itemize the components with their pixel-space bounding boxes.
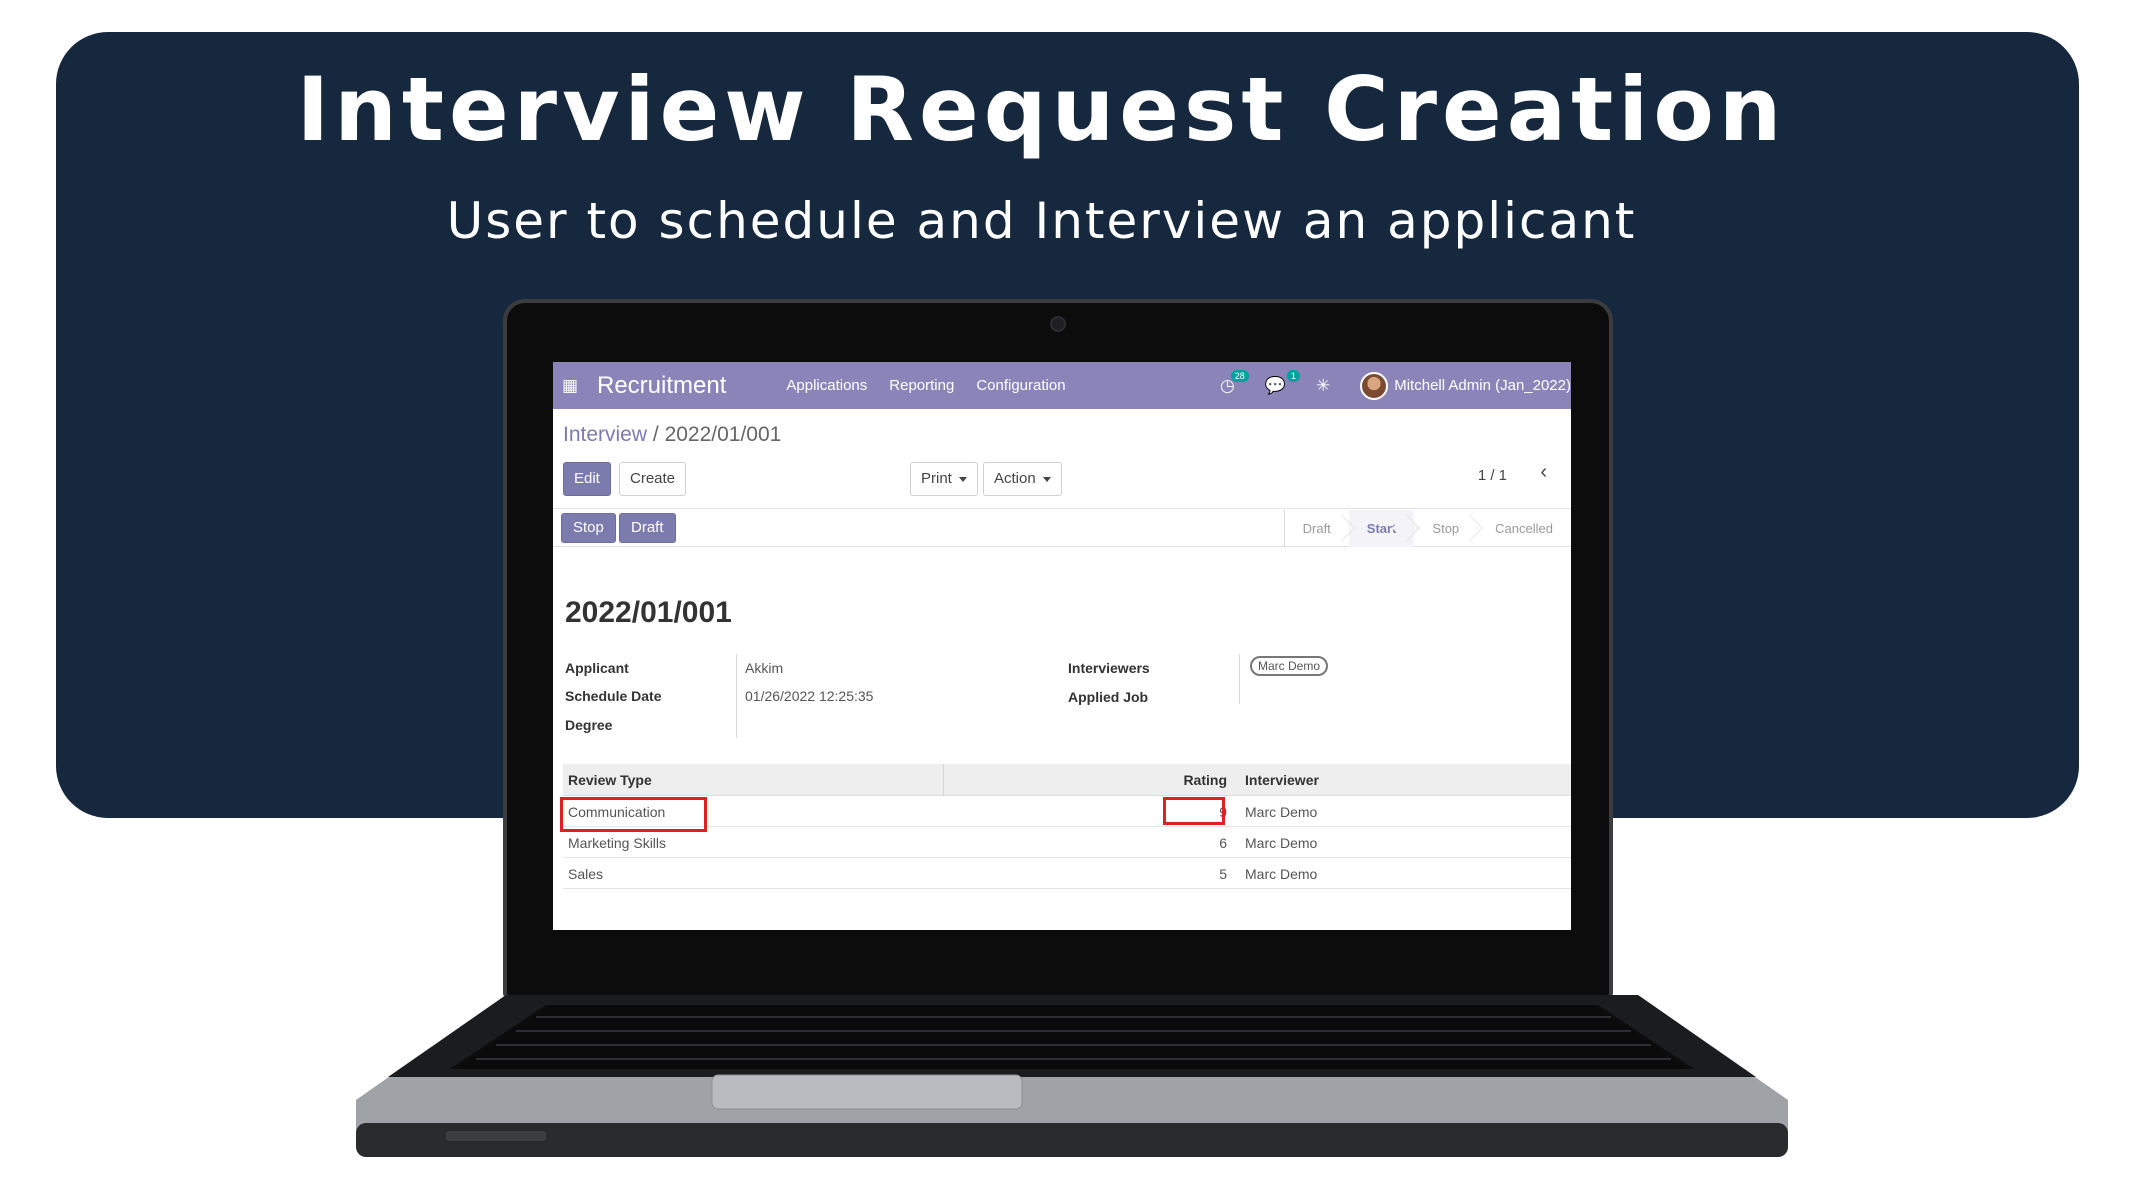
interviewer-cell: Marc Demo <box>1245 835 1318 851</box>
chat-icon[interactable]: 💬 1 <box>1265 369 1300 396</box>
menu-reporting[interactable]: Reporting <box>889 377 954 394</box>
form-sheet: 2022/01/001 Applicant Akkim Schedule Dat… <box>553 550 1571 930</box>
rating-cell: 5 <box>1219 866 1227 882</box>
banner-subtitle: User to schedule and Interview an applic… <box>446 192 1637 250</box>
laptop-base <box>356 995 1788 1175</box>
systray: ◷ 28 💬 1 ✳ Mitchell Admin (Jan_2022) <box>1220 362 1571 409</box>
laptop-keyboard-illustration <box>356 995 1788 1157</box>
stage-cancelled[interactable]: Cancelled <box>1477 510 1571 547</box>
breadcrumb-separator: / <box>652 423 659 446</box>
top-navbar: ▦ Recruitment Applications Reporting Con… <box>553 362 1571 409</box>
breadcrumb: Interview / 2022/01/001 <box>563 423 781 447</box>
table-header: Review Type Rating Interviewer <box>563 764 1571 796</box>
stage: Interview Request Creation User to sched… <box>0 0 2133 1200</box>
menu-configuration[interactable]: Configuration <box>976 377 1065 394</box>
stage-draft[interactable]: Draft <box>1285 510 1349 547</box>
highlight-box-rating <box>1163 797 1225 825</box>
debug-bug-icon[interactable]: ✳ <box>1316 376 1330 396</box>
pager-previous-icon[interactable]: ‹ <box>1540 461 1547 484</box>
review-table: Review Type Rating Interviewer Communica… <box>563 764 1571 889</box>
edit-button[interactable]: Edit <box>563 462 611 496</box>
degree-label: Degree <box>565 717 613 733</box>
field-divider <box>1239 654 1240 704</box>
action-dropdown[interactable]: Action <box>983 462 1062 496</box>
user-avatar[interactable] <box>1360 371 1389 400</box>
print-dropdown[interactable]: Print <box>910 462 978 496</box>
apps-menu-icon[interactable]: ▦ <box>555 376 585 396</box>
column-interviewer[interactable]: Interviewer <box>1245 772 1319 788</box>
stage-pipeline: Draft Start Stop Cancelled <box>1283 510 1571 547</box>
draft-button[interactable]: Draft <box>619 513 676 543</box>
record-title: 2022/01/001 <box>565 596 732 629</box>
stage-stop[interactable]: Stop <box>1414 510 1477 547</box>
app-name[interactable]: Recruitment <box>597 372 726 400</box>
interviewers-label: Interviewers <box>1068 660 1150 676</box>
user-name[interactable]: Mitchell Admin (Jan_2022) <box>1394 377 1571 394</box>
caret-down-icon <box>958 476 967 482</box>
breadcrumb-parent[interactable]: Interview <box>563 423 647 446</box>
banner-title: Interview Request Creation <box>296 58 1787 161</box>
print-label: Print <box>921 470 952 487</box>
field-divider <box>736 654 737 738</box>
table-row[interactable]: Communication 9 Marc Demo <box>563 796 1571 827</box>
action-label: Action <box>994 470 1036 487</box>
schedule-date-label: Schedule Date <box>565 688 662 704</box>
menu-applications[interactable]: Applications <box>786 377 867 394</box>
webcam-icon <box>1050 316 1066 332</box>
applied-job-label: Applied Job <box>1068 689 1149 705</box>
table-row[interactable]: Sales 5 Marc Demo <box>563 858 1571 889</box>
table-row[interactable]: Marketing Skills 6 Marc Demo <box>563 827 1571 858</box>
review-type-cell: Marketing Skills <box>568 835 667 851</box>
column-review-type[interactable]: Review Type <box>568 772 652 788</box>
column-divider <box>943 764 944 796</box>
interviewer-tag[interactable]: Marc Demo <box>1250 656 1329 676</box>
applicant-field[interactable]: Akkim <box>745 660 783 676</box>
column-rating[interactable]: Rating <box>1183 772 1227 788</box>
activity-count-badge: 28 <box>1230 369 1249 382</box>
activity-clock-icon[interactable]: ◷ 28 <box>1220 369 1249 396</box>
stop-button[interactable]: Stop <box>561 513 616 543</box>
highlight-box-review-type <box>560 797 707 832</box>
control-panel: Interview / 2022/01/001 Edit Create Prin… <box>553 409 1571 509</box>
stage-start[interactable]: Start <box>1348 510 1415 547</box>
app-screen: ▦ Recruitment Applications Reporting Con… <box>553 362 1571 930</box>
schedule-date-field[interactable]: 01/26/2022 12:25:35 <box>745 688 873 704</box>
applicant-label: Applicant <box>565 660 629 676</box>
status-bar: Stop Draft Draft Start Stop Cancelled <box>553 510 1571 547</box>
rating-cell: 6 <box>1219 835 1227 851</box>
pager-value[interactable]: 1 / 1 <box>1478 467 1507 484</box>
create-button[interactable]: Create <box>619 462 687 496</box>
interviewer-cell: Marc Demo <box>1245 866 1318 882</box>
breadcrumb-current: 2022/01/001 <box>664 423 782 446</box>
message-count-badge: 1 <box>1286 369 1300 382</box>
review-type-cell: Sales <box>568 866 604 882</box>
caret-down-icon <box>1042 476 1051 482</box>
interviewer-cell: Marc Demo <box>1245 804 1318 820</box>
